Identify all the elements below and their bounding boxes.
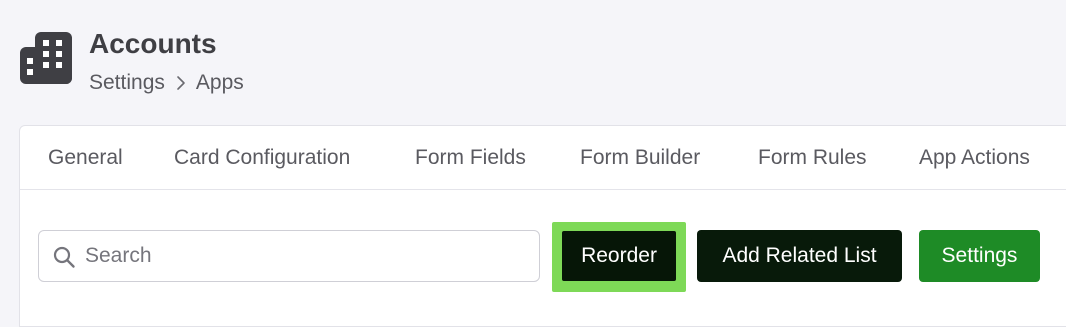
breadcrumb-settings[interactable]: Settings [89,71,165,95]
breadcrumb-apps[interactable]: Apps [196,71,244,95]
settings-button[interactable]: Settings [919,230,1040,282]
chevron-right-icon [177,76,185,90]
tab-card-configuration[interactable]: Card Configuration [174,126,350,189]
tab-general[interactable]: General [48,126,123,189]
add-related-list-button[interactable]: Add Related List [697,230,902,282]
tab-form-rules[interactable]: Form Rules [758,126,867,189]
app-settings-card: General Card Configuration Form Fields F… [19,125,1066,327]
tab-form-builder[interactable]: Form Builder [580,126,700,189]
tab-app-actions[interactable]: App Actions [919,126,1030,189]
search-input[interactable] [85,231,525,281]
search-box [38,230,540,282]
reorder-button[interactable]: Reorder [562,231,676,281]
breadcrumb: Settings Apps [89,69,244,97]
search-icon [53,246,75,268]
page-title: Accounts [89,28,217,59]
building-icon [20,32,72,84]
tab-bar: General Card Configuration Form Fields F… [20,126,1066,190]
tab-form-fields[interactable]: Form Fields [415,126,526,189]
